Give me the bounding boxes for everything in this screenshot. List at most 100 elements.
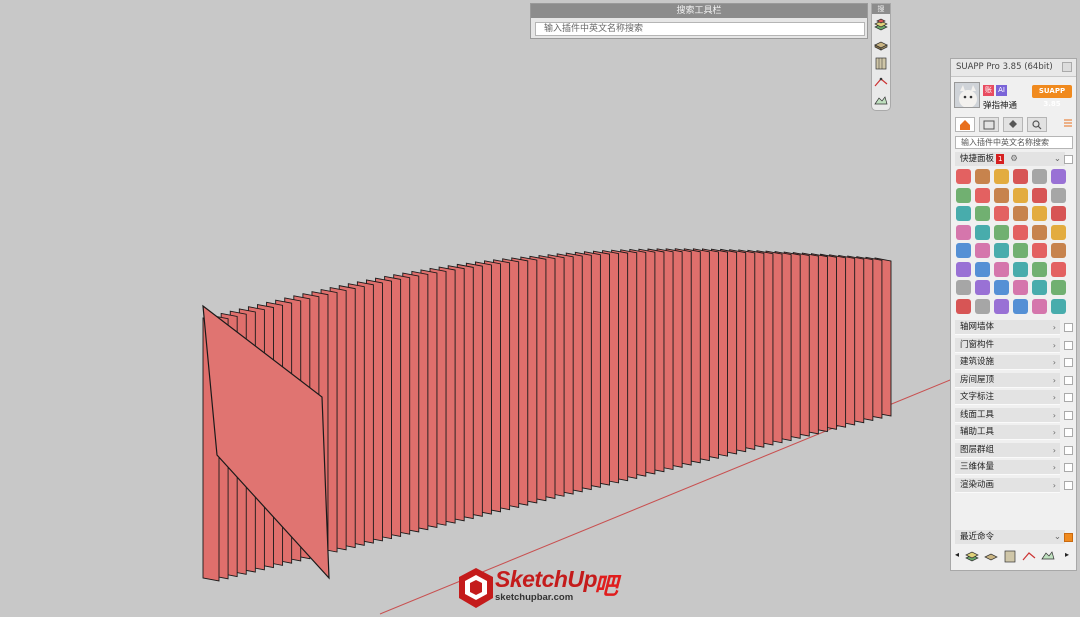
model-viewport[interactable] — [0, 0, 1080, 617]
popout-icon[interactable] — [1064, 445, 1073, 455]
chevron-down-icon[interactable]: ⌄ — [1054, 530, 1061, 544]
quick-plugin-icon[interactable] — [975, 298, 990, 314]
quick-plugin-icon[interactable] — [1032, 298, 1047, 314]
menu-icon[interactable] — [1063, 118, 1073, 133]
popout-icon[interactable] — [1064, 533, 1073, 542]
popout-icon[interactable] — [1064, 428, 1073, 437]
plugin-terrain-icon[interactable] — [873, 93, 889, 109]
category-item[interactable]: 建筑设施 › — [955, 355, 1060, 370]
home-tab-icon[interactable] — [955, 117, 975, 132]
quick-plugin-icon[interactable] — [1013, 206, 1028, 221]
quick-plugin-icon[interactable] — [1032, 224, 1047, 240]
quick-plugin-icon[interactable] — [975, 280, 990, 295]
popout-icon[interactable] — [1064, 340, 1073, 350]
category-item[interactable]: 门窗构件 › — [955, 337, 1060, 353]
quick-plugin-icon[interactable] — [956, 298, 971, 314]
quick-plugin-icon[interactable] — [956, 169, 971, 184]
category-item[interactable]: 线面工具 › — [955, 407, 1060, 423]
quick-plugin-icon[interactable] — [994, 243, 1009, 258]
popout-icon[interactable] — [1064, 323, 1073, 332]
quick-plugin-icon[interactable] — [975, 187, 990, 203]
quick-plugin-icon[interactable] — [1051, 298, 1066, 314]
quick-plugin-icon[interactable] — [956, 187, 971, 203]
chevron-left-icon[interactable]: ◂ — [955, 550, 959, 559]
quick-plugin-icon[interactable] — [1051, 243, 1066, 258]
quick-plugin-icon[interactable] — [975, 261, 990, 277]
gear-icon[interactable]: ⚙ — [1010, 154, 1018, 164]
quick-plugin-icon[interactable] — [1032, 243, 1047, 258]
category-item[interactable]: 图层群组 › — [955, 442, 1060, 458]
chevron-down-icon[interactable]: ⌄ — [1054, 152, 1061, 166]
quick-plugin-icon[interactable] — [1013, 298, 1028, 314]
version-button[interactable]: SUAPP 3.85 — [1032, 85, 1072, 108]
popout-icon[interactable] — [1064, 393, 1073, 402]
suapp-titlebar[interactable]: SUAPP Pro 3.85 (64bit) — [951, 59, 1076, 77]
quick-plugin-icon[interactable] — [1032, 187, 1047, 203]
quick-plugin-icon[interactable] — [956, 224, 971, 240]
quick-plugin-icon[interactable] — [1013, 261, 1028, 277]
plugin-terrain-icon[interactable] — [1040, 548, 1056, 564]
quick-plugin-icon[interactable] — [956, 243, 971, 258]
quick-plugin-icon[interactable] — [975, 169, 990, 184]
plugin-layers-icon[interactable] — [873, 17, 889, 33]
quick-plugin-icon[interactable] — [975, 243, 990, 258]
search-toolbar-input[interactable]: 输入插件中英文名称搜索 — [535, 22, 865, 36]
quick-plugin-icon[interactable] — [1051, 206, 1066, 221]
popout-icon[interactable] — [1064, 155, 1073, 164]
quick-plugin-icon[interactable] — [975, 224, 990, 240]
account-badge[interactable]: 账 — [983, 85, 994, 96]
ai-badge[interactable]: AI — [996, 85, 1007, 96]
quick-plugin-icon[interactable] — [1032, 280, 1047, 295]
quick-plugin-icon[interactable] — [1051, 169, 1066, 184]
quick-plugin-icon[interactable] — [1013, 169, 1028, 184]
quick-plugin-icon[interactable] — [994, 187, 1009, 203]
quick-plugin-icon[interactable] — [1051, 261, 1066, 277]
quick-plugin-icon[interactable] — [956, 280, 971, 295]
quick-plugin-icon[interactable] — [994, 261, 1009, 277]
category-item[interactable]: 辅助工具 › — [955, 425, 1060, 440]
popout-icon[interactable] — [1064, 410, 1073, 420]
quick-plugin-icon[interactable] — [1032, 206, 1047, 221]
chevron-right-icon[interactable]: ▸ — [1065, 550, 1069, 559]
quick-plugin-icon[interactable] — [956, 261, 971, 277]
list-tab-icon[interactable] — [979, 117, 999, 132]
quick-plugin-icon[interactable] — [994, 280, 1009, 295]
quick-plugin-icon[interactable] — [994, 298, 1009, 314]
plugin-curve-icon[interactable] — [873, 74, 889, 90]
quick-plugin-icon[interactable] — [1013, 224, 1028, 240]
quick-plugin-icon[interactable] — [994, 169, 1009, 184]
plugin-curve-icon[interactable] — [1021, 548, 1037, 564]
quick-plugin-icon[interactable] — [1013, 187, 1028, 203]
quick-plugin-icon[interactable] — [1032, 169, 1047, 184]
paint-tab-icon[interactable] — [1003, 117, 1023, 132]
popout-icon[interactable] — [1064, 375, 1073, 385]
quick-plugin-icon[interactable] — [1051, 280, 1066, 295]
suapp-search-input[interactable]: 输入插件中英文名称搜索 — [955, 136, 1073, 149]
category-item[interactable]: 三维体量 › — [955, 460, 1060, 475]
plugin-wall-icon[interactable] — [1002, 548, 1018, 564]
quick-plugin-icon[interactable] — [994, 206, 1009, 221]
popout-icon[interactable] — [1064, 358, 1073, 367]
quick-plugin-icon[interactable] — [1013, 280, 1028, 295]
quick-plugin-icon[interactable] — [1013, 243, 1028, 258]
quick-plugin-icon[interactable] — [956, 206, 971, 221]
plugin-building-icon[interactable] — [873, 36, 889, 52]
avatar[interactable] — [954, 82, 980, 108]
close-icon[interactable] — [1062, 62, 1072, 72]
category-item[interactable]: 文字标注 › — [955, 390, 1060, 405]
plugin-building-icon[interactable] — [983, 548, 999, 564]
username[interactable]: 弹指神通 — [983, 99, 1017, 111]
search-tab-icon[interactable] — [1027, 117, 1047, 132]
plugin-layers-icon[interactable] — [964, 548, 980, 564]
quick-plugin-icon[interactable] — [1032, 261, 1047, 277]
plugin-wall-icon[interactable] — [873, 55, 889, 71]
quick-plugin-icon[interactable] — [994, 224, 1009, 240]
category-item[interactable]: 渲染动画 › — [955, 477, 1060, 493]
quick-plugin-icon[interactable] — [975, 206, 990, 221]
sliced-bench-model[interactable] — [202, 248, 892, 582]
recent-commands-header[interactable]: 最近命令 ⌄ — [955, 530, 1065, 544]
popout-icon[interactable] — [1064, 463, 1073, 472]
category-item[interactable]: 轴网墙体 › — [955, 320, 1060, 335]
quick-panel-header[interactable]: 快捷面板 1 ⚙ ⌄ — [955, 152, 1065, 166]
popout-icon[interactable] — [1064, 480, 1073, 490]
